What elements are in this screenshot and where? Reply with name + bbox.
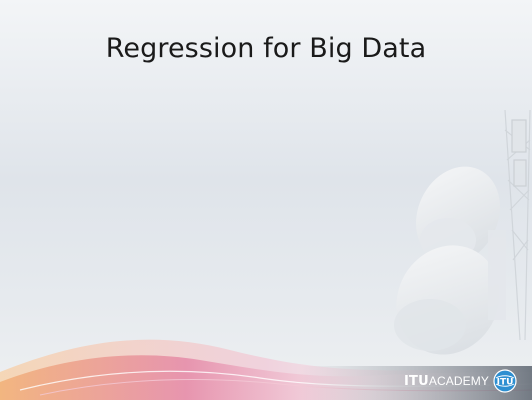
slide: Regression for Big Data ITU ACADEMY ITU — [0, 0, 532, 400]
logo-text-academy: ACADEMY — [428, 374, 489, 388]
emblem-label: ITU — [497, 378, 514, 388]
itu-emblem-icon: ITU — [493, 369, 517, 393]
tower-icon — [504, 109, 531, 341]
itu-academy-logo: ITU ACADEMY ITU — [404, 369, 517, 393]
satellite-dish-icon — [394, 166, 506, 355]
logo-text-itu: ITU — [404, 373, 429, 389]
slide-title: Regression for Big Data — [105, 33, 427, 64]
